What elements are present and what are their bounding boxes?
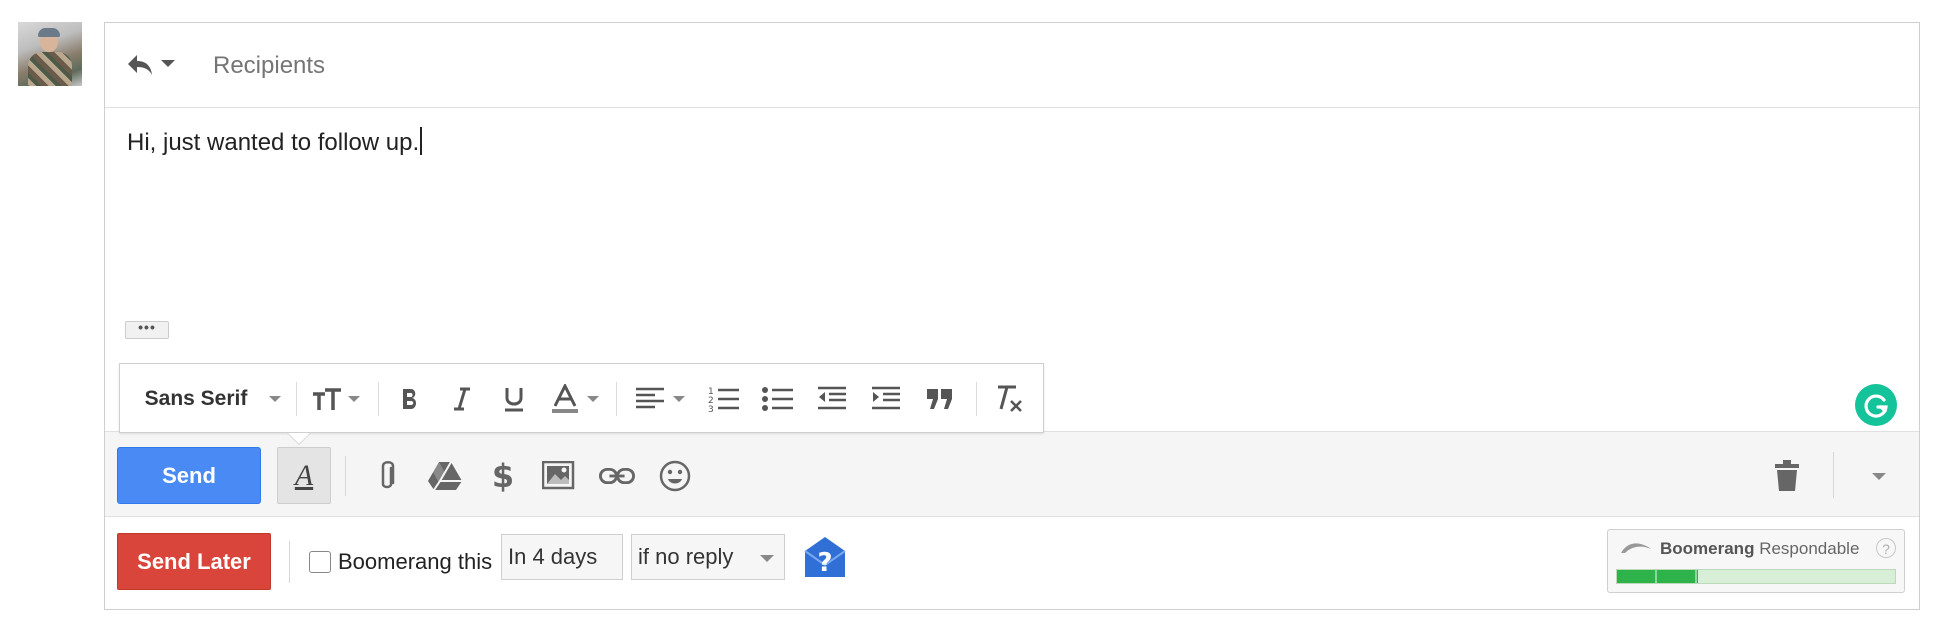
send-later-button[interactable]: Send Later [117, 533, 271, 590]
sender-avatar [18, 22, 82, 86]
attach-file-button[interactable] [369, 458, 405, 494]
remove-formatting-icon [998, 385, 1022, 412]
send-money-button[interactable]: $ [485, 457, 521, 495]
bold-button[interactable] [390, 384, 430, 414]
text-size-button[interactable] [308, 384, 364, 414]
formatting-toolbar: Sans Serif 1 2 3 [119, 363, 1044, 445]
respondable-score-bar [1616, 569, 1896, 584]
quote-icon [927, 389, 952, 409]
italic-icon [454, 387, 470, 411]
boomerang-bar: Send Later Boomerang this In 4 days if n… [105, 517, 1919, 609]
indent-less-icon [818, 386, 846, 410]
reply-type-dropdown-icon[interactable] [161, 60, 175, 67]
remove-formatting-button[interactable] [986, 384, 1030, 414]
smiley-icon [659, 460, 691, 492]
chevron-down-icon [1872, 472, 1886, 480]
italic-button[interactable] [442, 384, 482, 414]
chevron-down-icon [348, 396, 360, 402]
chevron-down-icon [587, 396, 599, 402]
font-family-select[interactable]: Sans Serif [138, 384, 288, 414]
respondable-label: Respondable [1759, 539, 1860, 558]
divider [289, 541, 290, 583]
text-color-button[interactable] [546, 384, 604, 414]
indent-more-button[interactable] [864, 384, 908, 414]
message-body[interactable]: Hi, just wanted to follow up. [127, 126, 423, 160]
divider [1833, 452, 1834, 498]
align-left-icon [636, 387, 664, 409]
chevron-down-icon [673, 396, 685, 402]
more-options-button[interactable] [1861, 458, 1897, 494]
divider [345, 456, 346, 496]
dollar-icon: $ [491, 457, 515, 495]
reply-icon[interactable] [125, 49, 155, 79]
grammarly-g-icon [1864, 394, 1888, 418]
recipients-input[interactable] [213, 50, 1863, 82]
grammarly-icon[interactable] [1855, 384, 1897, 426]
divider [616, 382, 617, 416]
trash-icon [1775, 460, 1799, 491]
formatting-options-toggle[interactable]: A [277, 447, 331, 504]
boomerang-this-label: Boomerang this [338, 549, 493, 574]
text-color-icon [552, 384, 578, 413]
respondable-score-fill [1617, 570, 1698, 583]
formatting-options-icon: A [294, 458, 314, 492]
indent-less-button[interactable] [810, 384, 854, 414]
send-button[interactable]: Send [117, 447, 261, 504]
divider [296, 382, 297, 416]
underline-icon [505, 388, 523, 412]
boomerang-condition-value: if no reply [638, 544, 734, 569]
insert-drive-button[interactable] [427, 458, 463, 494]
boomerang-delay-input[interactable]: In 4 days [501, 534, 623, 580]
insert-link-button[interactable] [599, 458, 635, 494]
bulleted-list-icon [762, 387, 793, 411]
compose-window: Hi, just wanted to follow up. ••• Sans S… [104, 22, 1920, 610]
divider [378, 382, 379, 416]
divider [976, 382, 977, 416]
paperclip-icon [381, 461, 395, 489]
underline-button[interactable] [494, 384, 534, 414]
compose-action-bar: Send A $ [105, 431, 1919, 517]
avatar-cap [38, 28, 60, 37]
insert-emoji-button[interactable] [657, 458, 693, 494]
align-button[interactable] [628, 384, 692, 414]
text-size-icon [313, 388, 341, 410]
respondable-panel: Boomerang Respondable ? [1607, 529, 1905, 593]
boomerang-this-checkbox[interactable] [309, 551, 331, 573]
link-icon [599, 467, 635, 485]
photo-icon [542, 461, 575, 490]
numbered-list-icon: 1 2 3 [708, 387, 739, 413]
bulleted-list-button[interactable] [756, 384, 800, 414]
respondable-title: Boomerang Respondable [1660, 538, 1859, 560]
chevron-down-icon [269, 396, 282, 402]
svg-text:?: ? [817, 548, 832, 578]
svg-text:3: 3 [708, 405, 714, 413]
respondable-help-icon[interactable]: ? [1876, 538, 1896, 558]
quote-button[interactable] [918, 384, 962, 414]
chevron-down-icon [760, 555, 774, 562]
respondable-brand: Boomerang [1660, 539, 1755, 558]
boomerang-delay-value: In 4 days [508, 544, 598, 569]
avatar-shirt [28, 52, 72, 86]
bold-icon [403, 389, 417, 409]
boomerang-condition-select[interactable]: if no reply [631, 534, 785, 580]
show-trimmed-content-button[interactable]: ••• [125, 320, 169, 339]
indent-more-icon [872, 386, 900, 410]
boomerang-logo-icon [1621, 543, 1651, 553]
message-body-text: Hi, just wanted to follow up. [127, 129, 420, 156]
insert-photo-button[interactable] [541, 458, 577, 494]
compose-header [105, 23, 1919, 108]
text-cursor [420, 127, 423, 155]
font-family-value: Sans Serif [144, 387, 248, 410]
numbered-list-button[interactable]: 1 2 3 [702, 384, 746, 414]
boomerang-help-icon[interactable]: ? [803, 535, 847, 579]
google-drive-icon [428, 461, 462, 491]
discard-draft-button[interactable] [1769, 458, 1805, 494]
